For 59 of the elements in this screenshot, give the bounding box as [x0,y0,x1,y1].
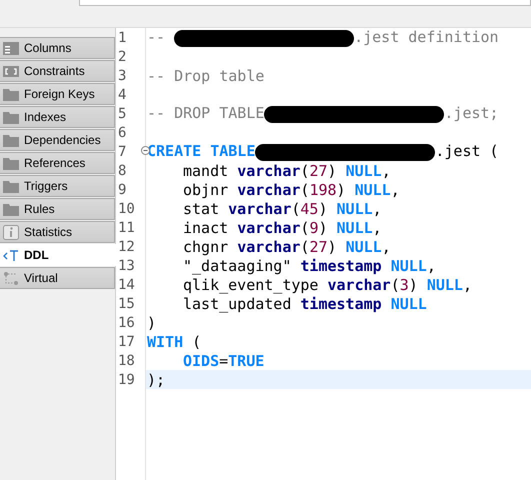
line-number: 15 [118,296,135,312]
side-tab[interactable]: Statistics [0,221,115,243]
columns-icon [3,42,19,54]
code-line: last_updated timestamp NULL [182,294,427,312]
code-line: ) [146,314,156,332]
line-number: 19 [118,372,135,388]
line-number: 11 [118,220,135,236]
line-number: 9 [118,182,126,198]
top-field[interactable] [79,0,531,6]
virtual-icon [3,270,19,286]
side-tab[interactable]: Dependencies [0,129,115,151]
code-line: -- .jest definition [146,28,499,47]
side-tab[interactable]: References [0,152,115,174]
side-tab[interactable]: Rules [0,198,115,220]
code-line: -- Drop table [146,66,264,84]
code-line: OIDS=TRUE [182,352,264,370]
folder-icon [3,110,19,124]
code-line: -- DROP TABLE .jest; [146,104,499,123]
side-tab[interactable]: Columns [0,37,115,59]
code-line: ); [146,370,166,388]
line-number: 14 [118,276,135,292]
code-line: chgnr varchar(27) NULL, [182,238,391,256]
line-number: 18 [118,352,135,368]
side-tab[interactable]: DDL [0,244,116,266]
constraints-icon [3,64,19,78]
line-number: 12 [118,238,135,254]
side-tab[interactable]: Constraints [0,60,115,82]
folder-icon [3,202,19,216]
side-tab[interactable]: Virtual [0,267,115,289]
line-number: 5 [118,106,126,122]
code-line: objnr varchar(198) NULL, [182,180,400,198]
side-tab[interactable]: Indexes [0,106,115,128]
code-line: stat varchar(45) NULL, [182,200,382,218]
line-number: 7 [118,144,126,160]
folder-icon [3,156,19,170]
line-number: 4 [118,86,126,102]
code-line: mandt varchar(27) NULL, [182,162,391,180]
line-number: 3 [118,68,126,84]
ddl-icon [3,248,19,262]
folder-icon [3,180,19,192]
folder-icon [3,134,19,146]
info-icon [3,224,19,240]
side-tab[interactable]: Foreign Keys [0,83,115,105]
line-number: 1 [118,30,126,46]
line-number: 2 [118,48,126,64]
line-number: 8 [118,162,126,178]
fold-icon[interactable] [141,146,150,155]
code-line: "_dataaging" timestamp NULL, [182,256,436,274]
folder-icon [3,88,19,100]
side-tab[interactable]: Triggers [0,175,115,197]
code-line: WITH ( [146,332,202,350]
code-line: inact varchar(9) NULL, [182,218,382,236]
code-line: CREATE TABLE .jest ( [146,142,499,161]
code-line: qlik_event_type varchar(3) NULL, [182,276,472,294]
line-number: 16 [118,314,135,330]
line-number: 17 [118,334,135,350]
line-number: 6 [118,124,126,140]
line-number: 10 [118,200,135,216]
line-number: 13 [118,258,135,274]
